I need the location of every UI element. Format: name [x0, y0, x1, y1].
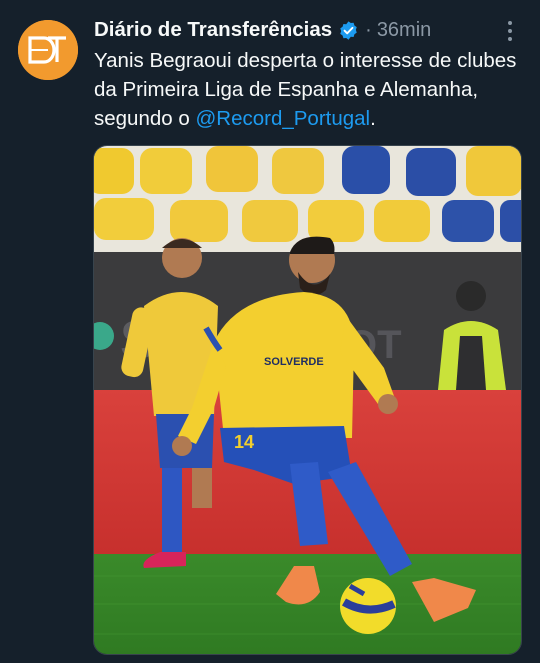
display-name[interactable]: Diário de Transferências [94, 18, 332, 42]
sponsor-text: SOLVERDE [264, 356, 324, 368]
mention-link[interactable]: @Record_Portugal [195, 107, 370, 130]
timestamp[interactable]: 36min [377, 19, 431, 42]
avatar-logo [18, 20, 78, 80]
verified-badge-icon[interactable] [338, 20, 359, 41]
tweet-text: Yanis Begraoui desperta o interesse de c… [94, 46, 524, 133]
football-photo: S OT [94, 146, 521, 654]
separator-dot: · [365, 18, 372, 41]
tweet-text-end: . [370, 107, 376, 130]
jersey-number: 14 [234, 432, 254, 452]
more-options-icon[interactable] [498, 18, 522, 44]
tweet-card[interactable]: Diário de Transferências · 36min Yanis B… [0, 0, 540, 663]
tweet-media-photo[interactable]: S OT [93, 145, 522, 655]
avatar[interactable] [18, 20, 78, 80]
tweet-header: Diário de Transferências · 36min [94, 14, 431, 46]
